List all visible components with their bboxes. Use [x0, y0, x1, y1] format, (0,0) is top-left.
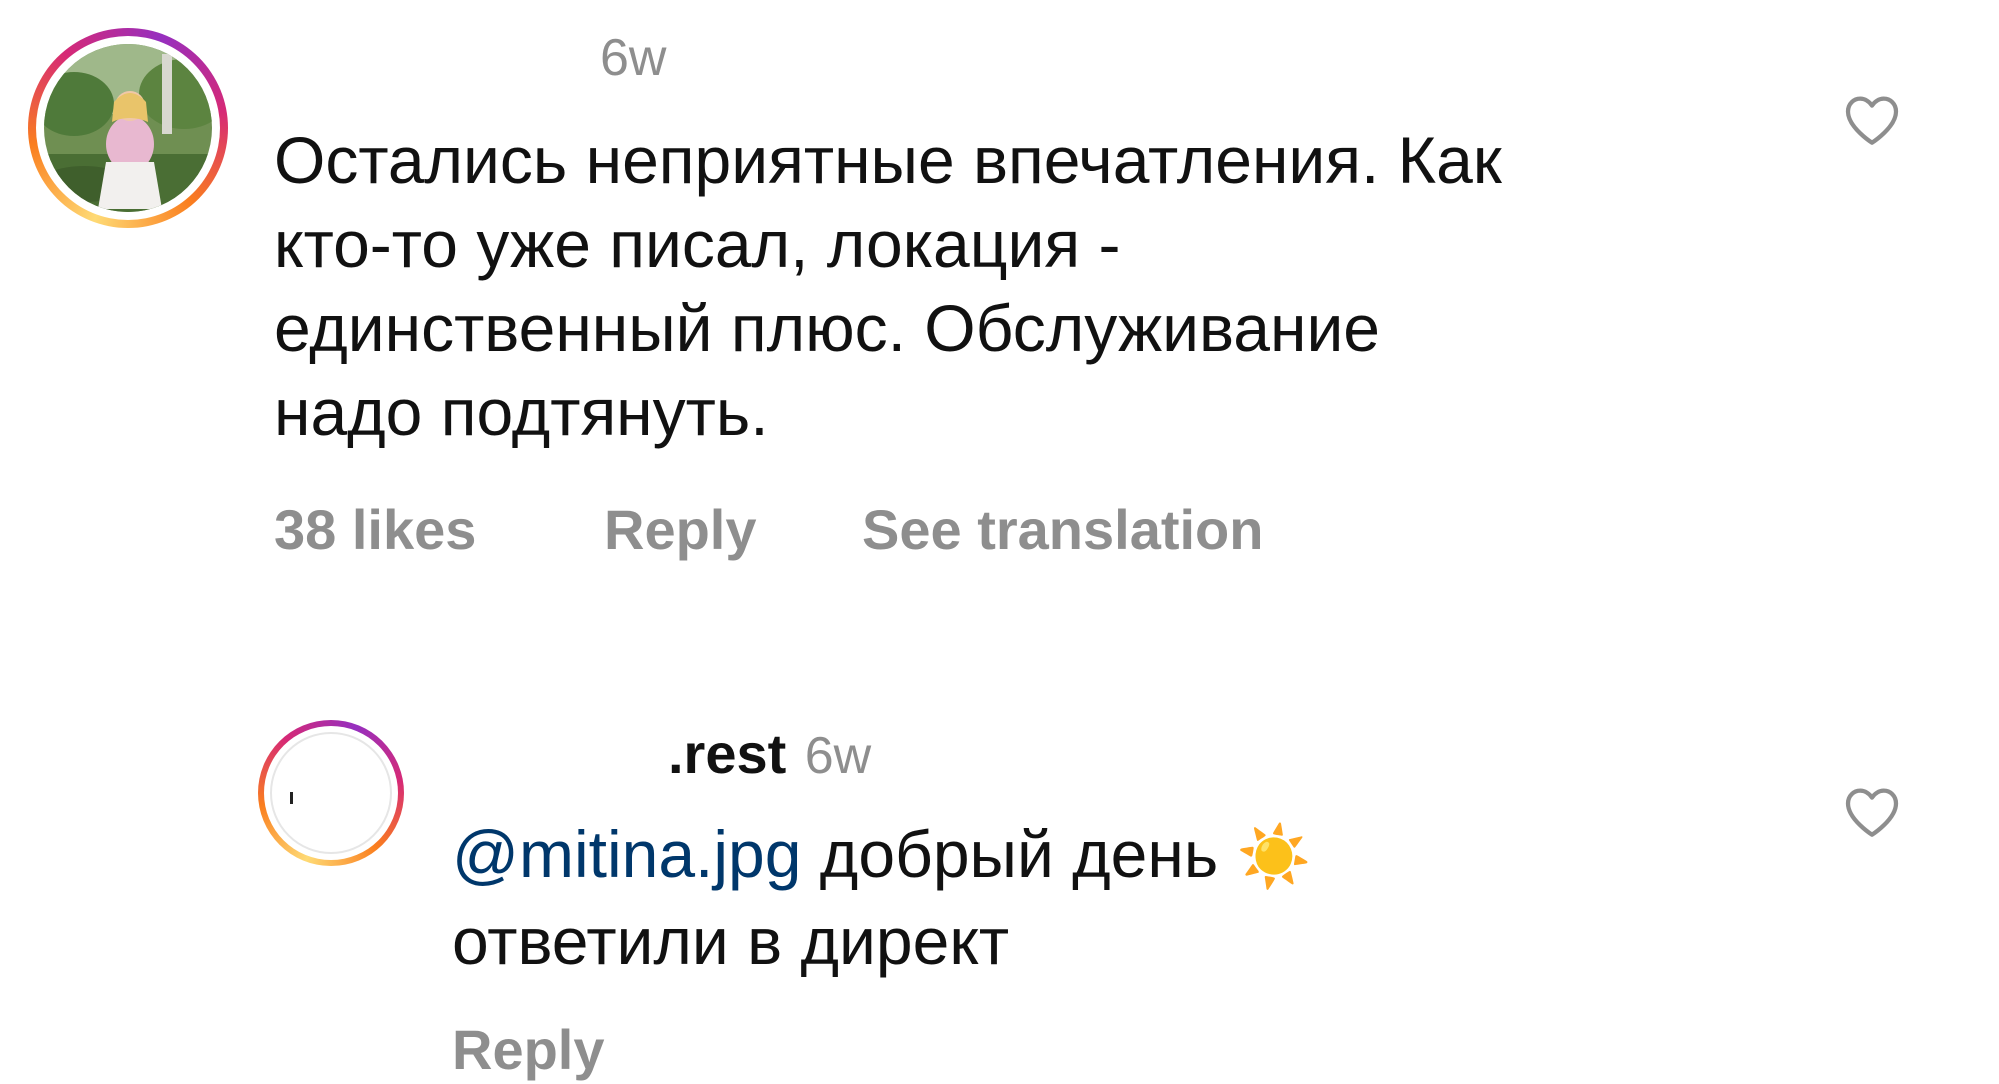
reply-text-line: ответили в директ [452, 904, 1010, 978]
sun-emoji: ☀️ [1236, 823, 1312, 890]
reply-text: добрый день [801, 817, 1237, 891]
heart-outline-icon[interactable] [1840, 780, 1904, 844]
reply-button[interactable]: Reply [604, 498, 757, 562]
comment-text-line: единственный плюс. Обслуживание [274, 291, 1381, 365]
comment-timestamp: 6w [600, 29, 667, 87]
likes-count[interactable]: 38 likes [274, 498, 476, 562]
comment-body: Остались неприятные впечатления. Как кто… [274, 118, 1502, 454]
comment-text-line: кто-то уже писал, локация - [274, 207, 1121, 281]
reply-body: @mitina.jpg добрый день ☀️ ответили в ди… [452, 812, 1311, 983]
avatar-photo [44, 44, 212, 212]
mention-link[interactable]: @mitina.jpg [452, 817, 801, 891]
reply-timestamp: 6w [804, 727, 872, 785]
reply-header: .rest 6w [668, 722, 871, 786]
avatar-photo [270, 732, 392, 854]
comment-text-line: Остались неприятные впечатления. Как [274, 123, 1502, 197]
reply-button[interactable]: Reply [452, 1018, 605, 1082]
comment-text-line: надо подтянуть. [274, 375, 769, 449]
see-translation-link[interactable]: See translation [862, 498, 1263, 562]
reply-username[interactable]: .rest [668, 722, 786, 785]
heart-outline-icon[interactable] [1840, 88, 1904, 152]
reply-text-line: @mitina.jpg добрый день ☀️ [452, 812, 1311, 899]
